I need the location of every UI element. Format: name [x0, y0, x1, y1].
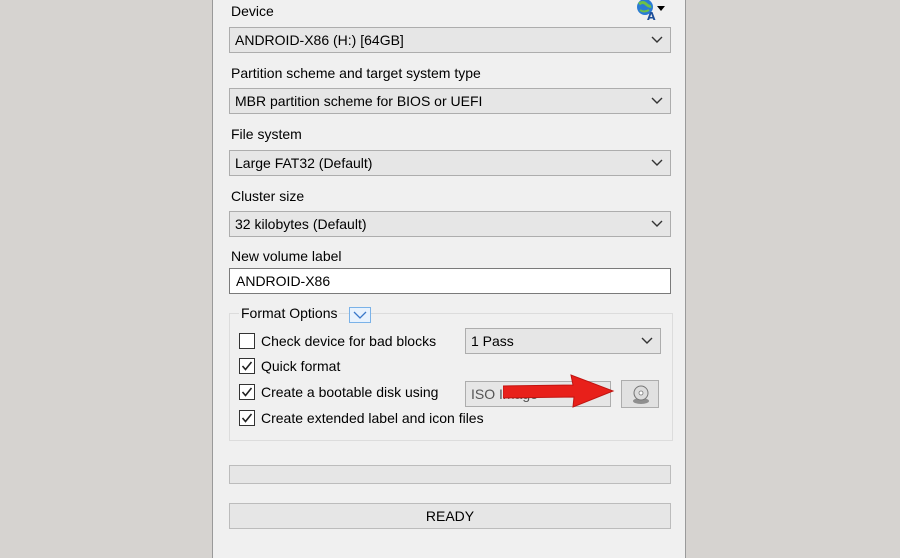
- chevron-down-icon: [651, 97, 663, 104]
- cluster-size-label: Cluster size: [231, 188, 305, 204]
- partition-value: MBR partition scheme for BIOS or UEFI: [235, 93, 483, 109]
- file-system-select[interactable]: Large FAT32 (Default): [229, 150, 671, 176]
- status-bar: READY: [229, 503, 671, 529]
- bootable-label: Create a bootable disk using: [261, 384, 439, 400]
- file-system-label: File system: [231, 126, 302, 142]
- chevron-down-icon: [651, 220, 663, 227]
- quick-format-label: Quick format: [261, 358, 341, 374]
- volume-label-input[interactable]: [230, 270, 666, 292]
- passes-value: 1 Pass: [471, 333, 514, 349]
- extended-label-label: Create extended label and icon files: [261, 410, 484, 426]
- checkmark-icon: [241, 387, 253, 397]
- svg-text:A: A: [647, 10, 656, 22]
- device-value: ANDROID-X86 (H:) [64GB]: [235, 32, 404, 48]
- partition-label: Partition scheme and target system type: [231, 65, 481, 81]
- file-system-value: Large FAT32 (Default): [235, 155, 373, 171]
- cluster-size-select[interactable]: 32 kilobytes (Default): [229, 211, 671, 237]
- disc-drive-icon: [633, 385, 649, 404]
- globe-language-icon[interactable]: A: [633, 0, 669, 23]
- bad-blocks-label: Check device for bad blocks: [261, 333, 437, 349]
- boot-type-value: ISO Image: [471, 386, 538, 402]
- progress-bar: [229, 465, 671, 484]
- bad-blocks-checkbox[interactable]: [239, 333, 255, 349]
- boot-type-select[interactable]: ISO Image: [465, 381, 611, 407]
- chevron-down-icon: [651, 36, 663, 43]
- partition-select[interactable]: MBR partition scheme for BIOS or UEFI: [229, 88, 671, 114]
- rufus-window: A Device ANDROID-X86 (H:) [64GB] Partiti…: [212, 0, 686, 558]
- chevron-down-icon: [353, 311, 367, 319]
- bad-blocks-passes-select[interactable]: 1 Pass: [465, 328, 661, 354]
- volume-label-field[interactable]: [229, 268, 671, 294]
- checkmark-icon: [241, 413, 253, 423]
- volume-label-label: New volume label: [231, 248, 342, 264]
- format-options-toggle[interactable]: [349, 307, 371, 323]
- quick-format-checkbox[interactable]: [239, 358, 255, 374]
- cluster-size-value: 32 kilobytes (Default): [235, 216, 367, 232]
- chevron-down-icon: [641, 337, 653, 344]
- bootable-checkbox[interactable]: [239, 384, 255, 400]
- device-label: Device: [231, 3, 274, 19]
- chevron-down-icon: [651, 159, 663, 166]
- select-iso-button[interactable]: [621, 380, 659, 408]
- format-options-title: Format Options: [239, 305, 340, 321]
- extended-label-checkbox[interactable]: [239, 410, 255, 426]
- device-select[interactable]: ANDROID-X86 (H:) [64GB]: [229, 27, 671, 53]
- checkmark-icon: [241, 361, 253, 371]
